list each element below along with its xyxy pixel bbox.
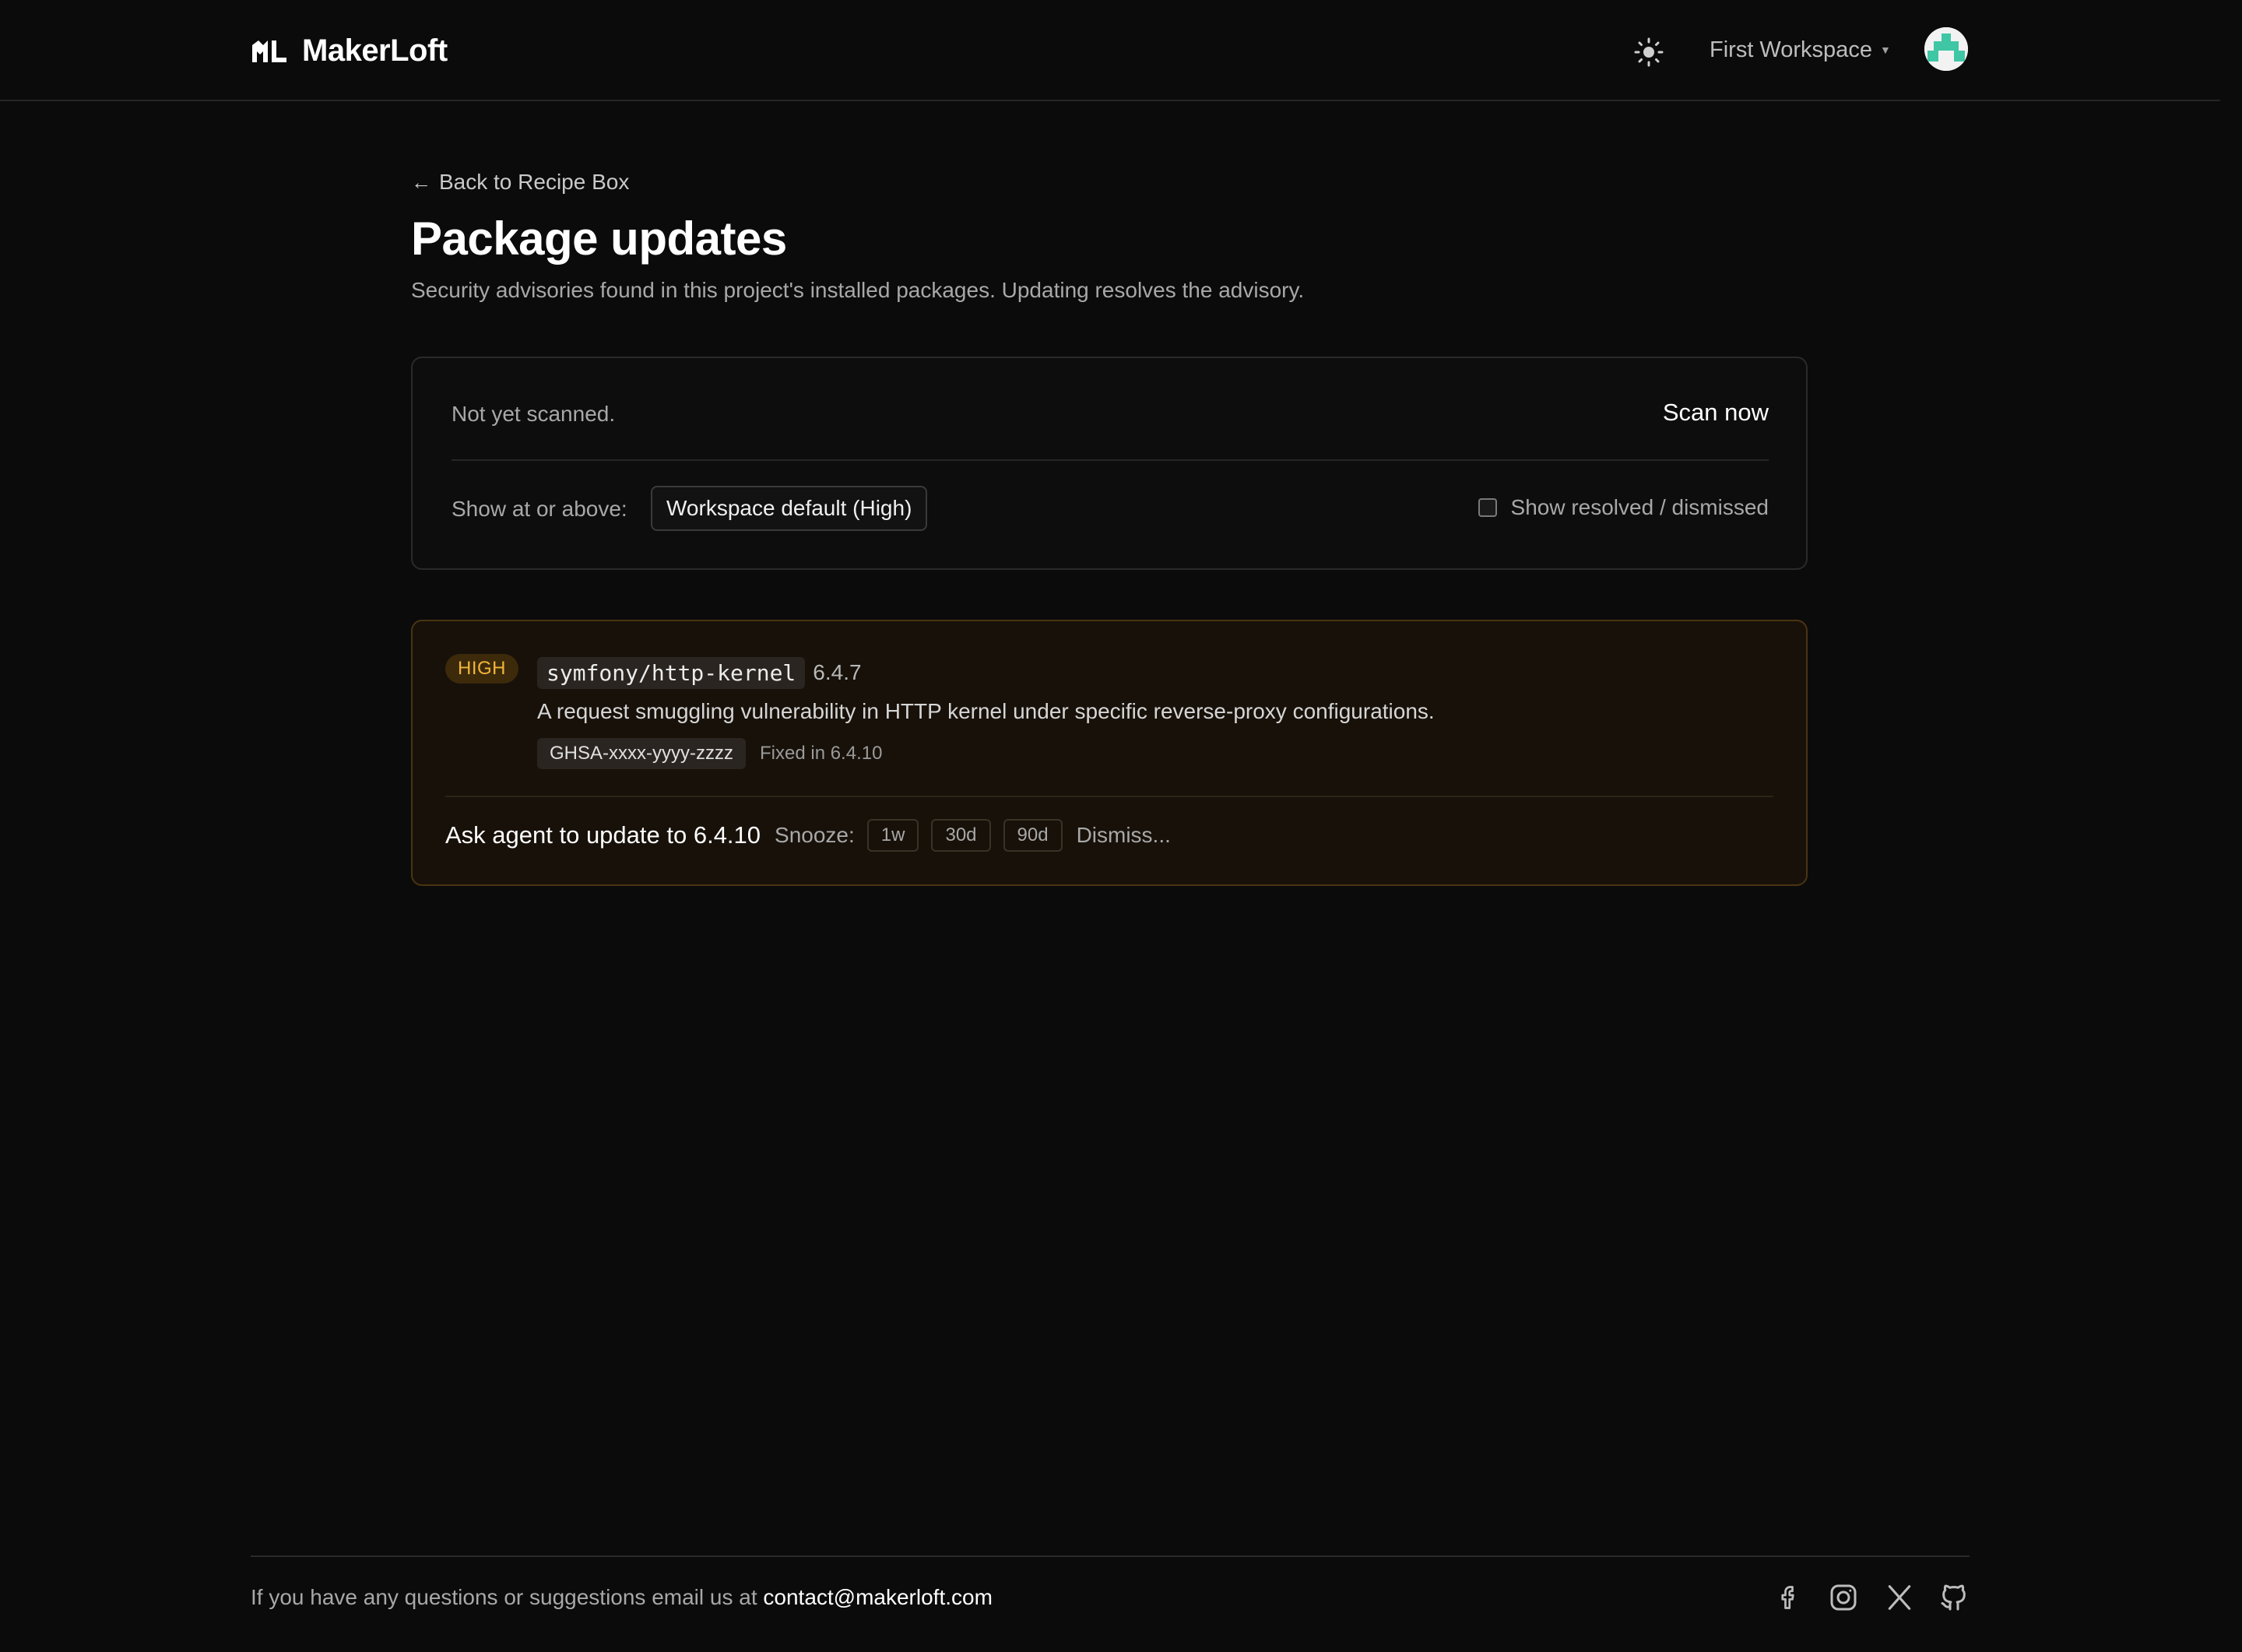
back-to-recipe-box-link[interactable]: ← Back to Recipe Box [411, 170, 629, 195]
show-resolved-label: Show resolved / dismissed [1510, 495, 1769, 519]
fixed-in-version: Fixed in 6.4.10 [760, 743, 883, 764]
arrow-left-icon: ← [411, 170, 431, 194]
workspace-switcher[interactable]: First Workspace ▼ [1710, 34, 1891, 65]
footer-divider [251, 1555, 1970, 1557]
scan-panel: Not yet scanned. Scan now Show at or abo… [411, 357, 1808, 570]
theme-toggle-button[interactable] [1632, 35, 1666, 69]
avatar-identicon-icon [1924, 27, 1968, 71]
brand-logo[interactable]: MakerLoft [251, 33, 448, 69]
workspace-name: First Workspace [1710, 37, 1872, 62]
scan-status: Not yet scanned. [452, 402, 616, 426]
page-title: Package updates [411, 213, 787, 265]
snooze-90d-button[interactable]: 90d [1003, 819, 1063, 852]
advisory-card: HIGH symfony/http-kernel 6.4.7 A request… [411, 620, 1808, 886]
facebook-icon[interactable] [1772, 1580, 1806, 1615]
advisory-meta: GHSA-xxxx-yyyy-zzzz Fixed in 6.4.10 [537, 738, 882, 769]
divider [452, 459, 1769, 461]
snooze-30d-button[interactable]: 30d [931, 819, 991, 852]
package-name: symfony/http-kernel [537, 656, 806, 689]
advisory-actions: Ask agent to update to 6.4.10 Snooze: 1w… [445, 817, 1171, 853]
ghsa-id-chip[interactable]: GHSA-xxxx-yyyy-zzzz [537, 738, 746, 769]
package-version: 6.4.7 [813, 660, 862, 684]
package-row: symfony/http-kernel 6.4.7 [537, 656, 862, 690]
makerloft-logo-icon [252, 40, 286, 62]
severity-badge: HIGH [445, 654, 518, 684]
show-resolved-toggle[interactable]: Show resolved / dismissed [1478, 495, 1769, 520]
advisory-description: A request smuggling vulnerability in HTT… [537, 699, 1435, 723]
brand-name: MakerLoft [302, 33, 448, 68]
footer-message: If you have any questions or suggestions… [251, 1585, 757, 1609]
x-icon[interactable] [1882, 1580, 1917, 1615]
github-icon[interactable] [1937, 1580, 1971, 1615]
divider [445, 796, 1773, 797]
user-avatar[interactable] [1924, 27, 1968, 71]
severity-filter-label: Show at or above: [452, 497, 627, 521]
ask-agent-update-button[interactable]: Ask agent to update to 6.4.10 [445, 821, 761, 849]
contact-email-link[interactable]: contact@makerloft.com [763, 1585, 993, 1609]
severity-filter-select[interactable]: Workspace default (High) [651, 486, 928, 531]
scan-now-button[interactable]: Scan now [1663, 399, 1769, 427]
dismiss-button[interactable]: Dismiss... [1077, 823, 1171, 848]
footer-contact-text: If you have any questions or suggestions… [251, 1585, 993, 1610]
back-link-label: Back to Recipe Box [439, 170, 630, 194]
show-resolved-checkbox[interactable] [1478, 498, 1497, 517]
snooze-1w-button[interactable]: 1w [866, 819, 919, 852]
instagram-icon[interactable] [1826, 1580, 1861, 1615]
sun-icon [1634, 37, 1664, 67]
chevron-down-icon: ▼ [1879, 44, 1891, 56]
snooze-label: Snooze: [775, 823, 855, 847]
top-navbar: MakerLoft First Workspace ▼ [0, 0, 2220, 101]
page-subtitle: Security advisories found in this projec… [411, 278, 1305, 302]
